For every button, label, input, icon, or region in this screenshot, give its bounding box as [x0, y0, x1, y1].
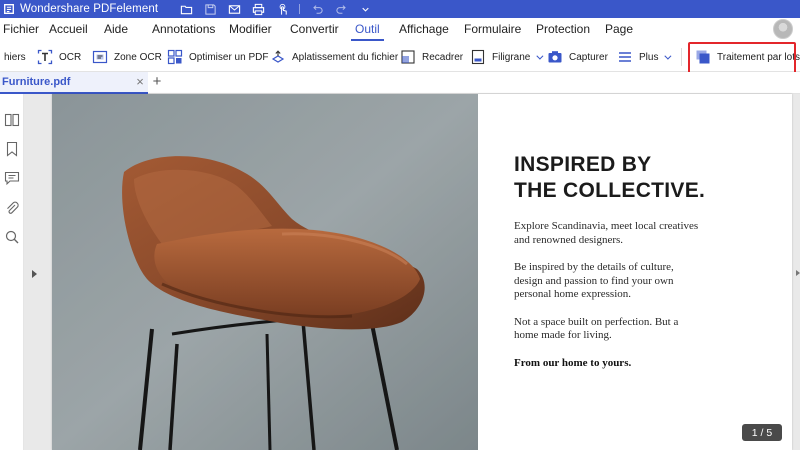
touch-icon[interactable] — [270, 0, 294, 18]
flatten-icon — [271, 50, 285, 63]
save-icon[interactable] — [198, 0, 222, 18]
document-tab-label: Furniture.pdf — [2, 76, 71, 88]
pdf-page: INSPIRED BY THE COLLECTIVE. Explore Scan… — [52, 94, 792, 450]
menu-page[interactable]: Page — [605, 22, 633, 36]
optimize-pdf-label: Optimiser un PDF — [189, 51, 269, 63]
bookmark-icon[interactable] — [4, 141, 20, 157]
redo-icon[interactable] — [329, 0, 353, 18]
comment-icon[interactable] — [4, 170, 20, 186]
paragraph-space: Not a space built on perfection. But a h… — [514, 316, 764, 343]
avatar[interactable] — [773, 19, 793, 39]
print-icon[interactable] — [246, 0, 270, 18]
ocr-label: OCR — [59, 51, 82, 63]
pdfelement-logo-icon — [2, 2, 16, 16]
add-tab-button[interactable]: + — [150, 74, 164, 90]
more-chevron-down-icon — [664, 52, 672, 60]
menu-aide[interactable]: Aide — [104, 22, 128, 36]
headline: INSPIRED BY THE COLLECTIVE. — [514, 152, 764, 204]
paragraph-explore: Explore Scandinavia, meet local creative… — [514, 220, 764, 247]
paragraph-line: and renowned designers. — [514, 233, 624, 246]
menu-affichage[interactable]: Affichage — [399, 22, 449, 36]
ocr-button[interactable]: OCR — [37, 46, 81, 68]
attachment-icon[interactable] — [4, 200, 20, 216]
toolbar-fichiers-label: hiers — [4, 51, 26, 63]
document-tab-bar: Furniture.pdf × + — [0, 72, 800, 94]
zone-ocr-label: Zone OCR — [114, 51, 162, 63]
headline-line-1: INSPIRED BY — [514, 153, 652, 176]
more-icon — [619, 52, 631, 62]
paragraph-line: design and passion to find your own — [514, 274, 674, 287]
thumbnails-icon[interactable] — [4, 112, 20, 128]
zone-ocr-icon — [92, 50, 108, 64]
menu-accueil[interactable]: Accueil — [49, 22, 88, 36]
crop-icon — [401, 50, 415, 64]
active-menu-indicator — [351, 39, 384, 41]
optimize-icon — [167, 49, 183, 65]
quick-access-separator — [299, 4, 301, 14]
close-icon[interactable]: × — [134, 75, 146, 88]
paragraph-line: Be inspired by the details of culture, — [514, 261, 674, 273]
crop-button[interactable]: Recadrer — [400, 46, 463, 68]
dropdown-icon[interactable] — [353, 0, 377, 18]
document-tab[interactable]: Furniture.pdf × — [0, 72, 148, 94]
headline-line-2: THE COLLECTIVE. — [514, 179, 706, 202]
optimize-pdf-button[interactable]: Optimiser un PDF — [167, 46, 268, 68]
zone-ocr-button[interactable]: Zone OCR — [92, 46, 162, 68]
mail-icon[interactable] — [222, 0, 246, 18]
menu-annotations[interactable]: Annotations — [152, 22, 215, 36]
more-label: Plus — [639, 51, 659, 63]
watermark-chevron-down-icon — [536, 52, 544, 60]
batch-processing-highlight — [688, 42, 796, 76]
undo-icon[interactable] — [305, 0, 329, 18]
capture-label: Capturer — [569, 51, 608, 63]
crop-label: Recadrer — [422, 51, 464, 63]
toolbar-separator — [681, 48, 682, 66]
paragraph-line: home made for living. — [514, 329, 612, 341]
quick-access-toolbar — [174, 0, 377, 18]
title-bar: Wondershare PDFelement — [0, 0, 800, 18]
search-icon[interactable] — [4, 229, 20, 245]
document-viewport[interactable]: INSPIRED BY THE COLLECTIVE. Explore Scan… — [24, 94, 800, 450]
chair-photo — [52, 94, 478, 450]
menu-formulaire[interactable]: Formulaire — [464, 22, 521, 36]
app-title: Wondershare PDFelement — [20, 3, 159, 15]
paragraph-line: Not a space built on perfection. But a — [514, 315, 679, 328]
folder-icon[interactable] — [174, 0, 198, 18]
flatten-file-button[interactable]: Aplatissement du fichier — [270, 46, 398, 68]
menu-fichier[interactable]: Fichier — [3, 22, 39, 36]
paragraph-line: Explore Scandinavia, meet local creative… — [514, 220, 699, 232]
page-indicator[interactable]: 1 / 5 — [742, 424, 782, 441]
tool-ribbon: hiers OCR Zone OCR Optimiser un PDF Apla… — [0, 42, 800, 72]
toolbar-fichiers-button[interactable]: hiers — [4, 46, 26, 68]
menu-modifier[interactable]: Modifier — [229, 22, 272, 36]
menu-convertir[interactable]: Convertir — [290, 22, 339, 36]
expand-panel-icon[interactable] — [32, 270, 37, 278]
ocr-icon — [37, 49, 53, 65]
menu-bar: Fichier Accueil Aide Annotations Modifie… — [0, 18, 800, 42]
text-column: INSPIRED BY THE COLLECTIVE. Explore Scan… — [514, 152, 764, 370]
watermark-icon — [471, 49, 485, 65]
watermark-button[interactable]: Filigrane — [470, 46, 544, 68]
left-sidebar — [0, 94, 24, 450]
watermark-label: Filigrane — [492, 51, 531, 63]
menu-protection[interactable]: Protection — [536, 22, 590, 36]
capture-icon — [548, 51, 562, 63]
more-button[interactable]: Plus — [617, 46, 672, 68]
paragraph-line: personal home expression. — [514, 288, 631, 300]
paragraph-closing: From our home to yours. — [514, 356, 632, 369]
paragraph-inspired: Be inspired by the details of culture, d… — [514, 261, 764, 302]
capture-button[interactable]: Capturer — [547, 46, 608, 68]
flatten-file-label: Aplatissement du fichier — [292, 51, 399, 63]
menu-outil[interactable]: Outil — [355, 22, 380, 36]
right-panel-toggle-icon[interactable] — [796, 270, 800, 276]
